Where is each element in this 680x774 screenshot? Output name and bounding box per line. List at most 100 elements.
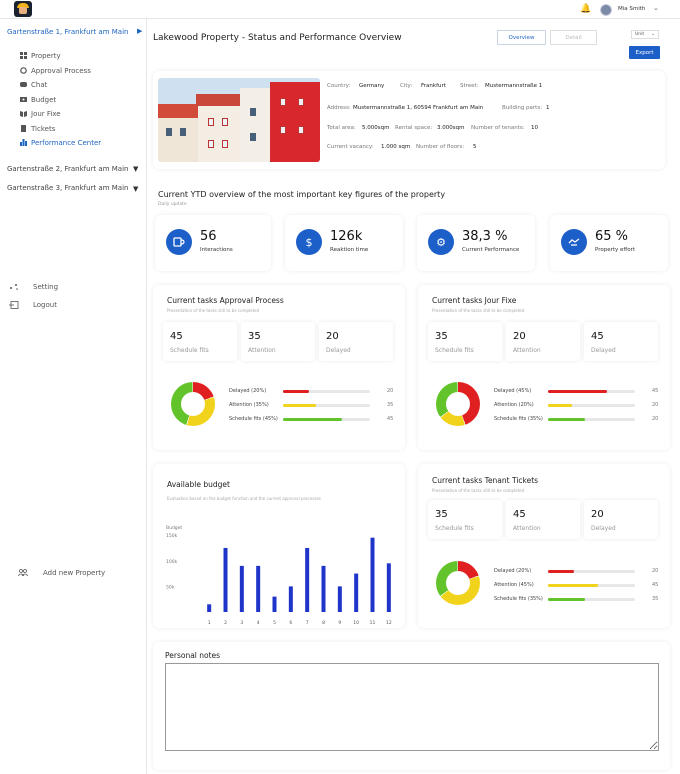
budget-bar-3 (239, 565, 244, 612)
sidebar-item-label: Property (31, 51, 61, 60)
user-name[interactable]: Mia Smith (618, 6, 645, 12)
address-value: Mustermannstraße 1, 60594 Frankfurt am M… (353, 105, 484, 111)
budget-bar-7 (305, 547, 310, 612)
stat-label: Attention (248, 347, 276, 354)
progress-fill (548, 598, 585, 601)
add-property-button[interactable]: Add new Property (17, 567, 105, 578)
tenant-donut-chart (436, 561, 480, 605)
stat-value: 45 (591, 331, 604, 342)
stat-label: Delayed (591, 347, 616, 354)
stat-card: 45 Attention (506, 500, 580, 539)
budget-bar-11 (370, 537, 375, 612)
sidebar-item-property[interactable]: Property (20, 50, 61, 61)
progress-fill (548, 584, 599, 587)
progress-track (548, 418, 635, 421)
bell-icon[interactable]: 🔔 (580, 4, 591, 14)
progress-label: Attention (20%) (494, 402, 534, 408)
y-tick-label: 100k (166, 559, 178, 565)
chevron-down-icon[interactable]: ▼ (133, 165, 138, 173)
page-title: Lakewood Property - Status and Performan… (153, 33, 402, 43)
chevron-down-icon[interactable]: ▼ (133, 185, 138, 193)
progress-fill (548, 570, 575, 573)
address-label: Address: (327, 105, 351, 111)
unit-select[interactable]: Unit ⌄ (631, 30, 659, 39)
budget-bar-6 (288, 586, 293, 612)
notes-textarea[interactable] (165, 663, 659, 751)
stat-value: 20 (326, 331, 339, 342)
building-parts-label: Building parts: (502, 105, 543, 111)
chevron-down-icon[interactable]: ⌄ (653, 4, 659, 12)
y-axis-label: Budget (166, 525, 182, 531)
stat-value: 35 (435, 331, 448, 342)
logout-link[interactable]: Logout (9, 299, 57, 310)
jourfixe-donut-chart (436, 382, 480, 426)
sidebar-property-active[interactable]: Gartenstraße 1, Frankfurt am Main (7, 28, 128, 36)
main-content: Lakewood Property - Status and Performan… (147, 19, 680, 774)
stat-card: 45 Delayed (584, 322, 658, 361)
sidebar-item-performance[interactable]: Performance Center (20, 137, 101, 148)
tenant-title: Current tasks Tenant Tickets (432, 476, 539, 485)
avatar[interactable] (600, 4, 612, 16)
stat-value: 45 (170, 331, 183, 342)
x-tick-label: 9 (338, 620, 341, 626)
tenants-value: 10 (531, 125, 538, 131)
stat-card: 35 Schedule fits (428, 322, 502, 361)
tenant-card: Current tasks Tenant Tickets Presentatio… (418, 464, 670, 628)
progress-row: Attention (35%) 35 (229, 402, 399, 409)
ticket-icon (20, 125, 27, 132)
stat-value: 45 (513, 509, 526, 520)
kpi-card-reaction: $ 126k Reaktion time (285, 215, 403, 271)
stat-value: 35 (248, 331, 261, 342)
progress-row: Delayed (20%) 20 (229, 388, 399, 395)
budget-bar-9 (337, 586, 342, 612)
progress-fill (283, 390, 310, 393)
stat-card: 35 Attention (241, 322, 315, 361)
tenants-label: Number of tenants: (471, 125, 525, 131)
sidebar-property-3[interactable]: Gartenstraße 3, Frankfurt am Main (7, 184, 128, 192)
sidebar: Gartenstraße 1, Frankfurt am Main ▶ Prop… (0, 19, 147, 774)
sidebar-item-approval[interactable]: Approval Process (20, 65, 91, 76)
stat-card: 35 Schedule fits (428, 500, 502, 539)
unit-select-value: Unit (635, 32, 645, 37)
street-value: Mustermannstraße 1 (485, 83, 543, 89)
kpi-card-interactions: 56 Interactions (155, 215, 271, 271)
sidebar-item-budget[interactable]: Budget (20, 94, 56, 105)
sidebar-property-2[interactable]: Gartenstraße 2, Frankfurt am Main (7, 165, 128, 173)
x-tick-label: 1 (208, 620, 211, 626)
kpi-value: 126k (330, 229, 363, 244)
chevron-right-icon[interactable]: ▶ (137, 27, 142, 35)
y-tick-label: 50k (166, 584, 175, 590)
dollar-icon: $ (296, 229, 322, 255)
x-tick-label: 8 (322, 620, 325, 626)
sidebar-item-tickets[interactable]: Tickets (20, 123, 55, 134)
x-tick-label: 4 (257, 620, 260, 626)
progress-value: 20 (652, 402, 659, 408)
city-value: Frankfurt (421, 83, 446, 89)
detail-button[interactable]: Detail (550, 30, 597, 45)
progress-value: 45 (652, 388, 659, 394)
export-button[interactable]: Export (629, 46, 660, 59)
sidebar-item-label: Tickets (31, 124, 56, 133)
bar-chart-icon (20, 139, 27, 146)
budget-subtitle: Evaluation based on the budget function … (167, 496, 321, 501)
overview-button[interactable]: Overview (497, 30, 546, 45)
progress-value: 20 (387, 388, 394, 394)
progress-row: Attention (20%) 20 (494, 402, 664, 409)
sidebar-item-jourfixe[interactable]: Jour Fixe (20, 108, 61, 119)
progress-label: Attention (45%) (494, 582, 534, 588)
kpi-section-subtitle: Daily update (158, 202, 187, 207)
stat-card: 20 Delayed (319, 322, 393, 361)
setting-link[interactable]: Setting (9, 281, 58, 292)
progress-row: Delayed (20%) 20 (494, 568, 664, 575)
budget-bar-8 (321, 565, 326, 612)
x-tick-label: 3 (240, 620, 243, 626)
approval-card: Current tasks Approval Process Presentat… (153, 285, 405, 450)
app-logo[interactable] (14, 1, 32, 17)
sidebar-item-label: Performance Center (31, 138, 102, 147)
sidebar-item-label: Approval Process (31, 66, 91, 75)
progress-track (283, 418, 370, 421)
sidebar-item-chat[interactable]: Chat (20, 79, 47, 90)
property-photo (158, 78, 320, 162)
progress-value: 20 (652, 568, 659, 574)
chevron-down-icon: ⌄ (651, 32, 655, 37)
